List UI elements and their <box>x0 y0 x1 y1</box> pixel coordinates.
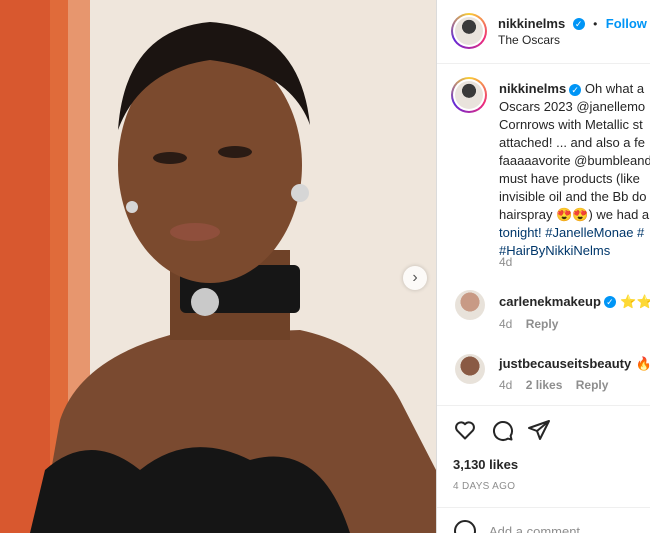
verified-icon: ✓ <box>603 295 616 308</box>
comment-input[interactable]: Add a comment... <box>489 524 591 533</box>
caption-line: attached! ... and also a fe <box>499 135 645 150</box>
post-header: nikkinelms ✓ • Follow <box>498 15 647 33</box>
comment-time: 4d <box>499 378 513 392</box>
commenter-avatar[interactable] <box>455 354 485 384</box>
likes-count[interactable]: 3,130 likes <box>453 457 518 472</box>
comment-text: ⭐⭐ <box>620 294 650 309</box>
caption-line: hairspray 😍😍) we had a <box>499 207 650 222</box>
caption-text: nikkinelms ✓ Oh what a Oscars 2023 @janel… <box>499 80 650 260</box>
heart-icon[interactable] <box>453 418 477 442</box>
caption-hashtags[interactable]: tonight! #JanelleMonae # <box>499 224 650 242</box>
post-side-panel: nikkinelms ✓ • Follow The Oscars nikkine… <box>436 0 650 533</box>
author-username[interactable]: nikkinelms <box>498 16 565 31</box>
input-divider <box>437 507 650 508</box>
caption-avatar[interactable] <box>451 77 487 113</box>
comment-username[interactable]: justbecauseitsbeauty <box>499 356 631 371</box>
verified-icon: ✓ <box>569 83 582 96</box>
comment-meta: 4d 2 likes Reply <box>499 378 608 392</box>
caption-time: 4d <box>499 255 513 269</box>
reply-button[interactable]: Reply <box>526 317 559 331</box>
photo-image <box>0 0 436 533</box>
comment-likes[interactable]: 2 likes <box>526 378 563 392</box>
author-avatar[interactable] <box>451 13 487 49</box>
caption-line: Oh what a <box>584 81 645 96</box>
post-location[interactable]: The Oscars <box>498 33 560 47</box>
emoji-icon[interactable] <box>453 519 477 533</box>
comment-time: 4d <box>499 317 513 331</box>
header-divider <box>437 63 650 64</box>
comment: carlenekmakeup ✓ ⭐⭐ <box>499 293 650 311</box>
caption-line: Cornrows with Metallic st <box>499 117 643 132</box>
comment-meta: 4d Reply <box>499 317 558 331</box>
comment: justbecauseitsbeauty 🔥 <box>499 355 650 373</box>
caption-line: must have products (like <box>499 171 640 186</box>
header-separator: • <box>593 17 598 31</box>
caption-hashtags[interactable]: #HairByNikkiNelms <box>499 242 650 260</box>
post-date: 4 DAYS AGO <box>453 481 516 492</box>
next-photo-button[interactable]: › <box>403 266 427 290</box>
caption-line: faaaaavorite @bumbleand <box>499 153 650 168</box>
caption-username[interactable]: nikkinelms <box>499 81 566 96</box>
post-photo[interactable]: › <box>0 0 436 533</box>
comment-icon[interactable] <box>490 418 514 442</box>
follow-button[interactable]: Follow <box>606 16 647 31</box>
commenter-avatar[interactable] <box>455 290 485 320</box>
caption-line: invisible oil and the Bb do <box>499 189 647 204</box>
share-icon[interactable] <box>527 418 551 442</box>
comment-text: 🔥 <box>636 356 650 371</box>
reply-button[interactable]: Reply <box>576 378 609 392</box>
verified-icon: ✓ <box>572 17 585 30</box>
actions-divider <box>437 405 650 406</box>
comment-username[interactable]: carlenekmakeup <box>499 294 601 309</box>
caption-line: Oscars 2023 @janellemo <box>499 99 646 114</box>
